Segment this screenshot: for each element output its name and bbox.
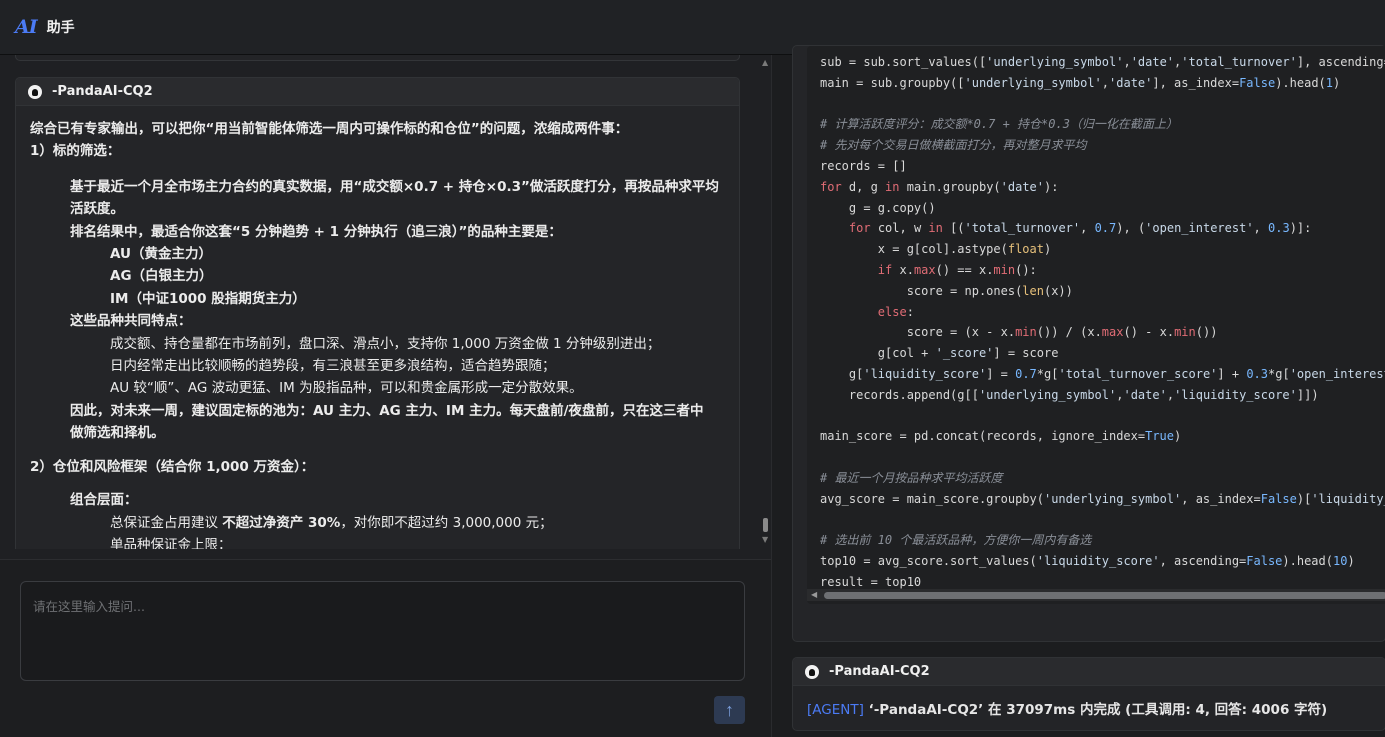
input-zone: ↑ xyxy=(0,559,771,737)
chat-history[interactable]: -PandaAI-CQ2 综合已有专家输出，可以把你“用当前智能体筛选一周内可操… xyxy=(0,55,771,549)
message-line: 成交额、持仓量都在市场前列，盘口深、滑点小，支持你 1,000 万资金做 1 分… xyxy=(110,335,661,352)
send-button[interactable]: ↑ xyxy=(714,696,745,724)
result-panel: sub = sub.sort_values(['underlying_symbo… xyxy=(771,45,1385,737)
message-text: 因此，对未来一周， xyxy=(70,402,192,419)
message-body: 综合已有专家输出，可以把你“用当前智能体筛选一周内可操作标的和仓位”的问题，浓缩… xyxy=(16,106,739,549)
agent-name: -PandaAI-CQ2 xyxy=(52,84,153,99)
message-line: 排名结果中，最适合你这套“5 分钟趋势 + 1 分钟执行（追三浪）”的品种主要是… xyxy=(70,223,562,240)
message-line: 2）仓位和风险框架（结合你 1,000 万资金）： xyxy=(30,458,315,475)
message-line: 做筛选和择机。 xyxy=(70,425,165,442)
code-line: # 计算活跃度评分：成交额*0.7 + 持仓*0.3（归一化在截面上） xyxy=(820,117,1178,132)
code-line: g['liquidity_score'] = 0.7*g['total_turn… xyxy=(820,366,1385,381)
agent-message-card: -PandaAI-CQ2 综合已有专家输出，可以把你“用当前智能体筛选一周内可操… xyxy=(15,77,740,549)
app-title: 助手 xyxy=(46,20,75,36)
horizontal-scrollbar[interactable]: ◀ xyxy=(807,589,1385,601)
message-line: AU（黄金主力） xyxy=(110,246,212,263)
code-line: if x.max() == x.min(): xyxy=(877,262,1037,277)
code-card: sub = sub.sort_values(['underlying_symbo… xyxy=(792,45,1385,642)
code-line: score = (x - x.min()) / (x.max() - x.min… xyxy=(820,325,1218,340)
scroll-down-icon[interactable]: ▼ xyxy=(762,535,768,544)
message-header: -PandaAI-CQ2 xyxy=(16,78,739,106)
message-text: 每天盘前/夜盘前，只在这三者中 xyxy=(509,402,704,419)
message-line: AU 较“顺”、AG 波动更猛、IM 为股指品种，可以和贵金属形成一定分散效果。 xyxy=(110,380,583,397)
code-line: # 最近一个月按品种求平均活跃度 xyxy=(820,470,1003,485)
message-line: 综合已有专家输出，可以把你“用当前智能体筛选一周内可操作标的和仓位”的问题，浓缩… xyxy=(30,121,629,137)
code-line: for d, g in main.groupby('date'): xyxy=(820,179,1059,194)
code-line: ​ xyxy=(820,510,1385,531)
message-line: 活跃度。 xyxy=(70,201,124,218)
code-block[interactable]: sub = sub.sort_values(['underlying_symbo… xyxy=(807,46,1385,604)
message-highlight: 建议固定标的池为：AU 主力、AG 主力、IM 主力。 xyxy=(191,402,510,419)
message-line: AG（白银主力） xyxy=(110,268,213,285)
code-line: ​ xyxy=(820,94,1385,115)
code-line: # 先对每个交易日做横截面打分，再对整月求平均 xyxy=(820,138,1087,153)
scroll-left-icon[interactable]: ◀ xyxy=(811,589,817,601)
message-line: 单品种保证金上限： xyxy=(110,536,232,549)
message-line: 基于最近一个月全市场主力合约的真实数据，用“成交额×0.7 + 持仓×0.3”做… xyxy=(70,178,719,195)
message-line: 这些品种共同特点： xyxy=(70,313,192,330)
question-input[interactable] xyxy=(20,581,745,681)
status-card: -PandaAI-CQ2 [AGENT] ‘-PandaAI-CQ2’ 在 37… xyxy=(792,657,1385,731)
scroll-thumb[interactable] xyxy=(763,518,768,532)
previous-message-card xyxy=(15,55,740,61)
code-line: for col, w in [('total_turnover', 0.7), … xyxy=(848,221,1312,236)
code-line: ​ xyxy=(820,447,1385,468)
code-line: top10 = avg_score.sort_values('liquidity… xyxy=(820,554,1355,569)
message-line: 日内经常走出比较顺畅的趋势段，有三浪甚至更多浪结构，适合趋势跟随； xyxy=(110,358,556,375)
message-text: ，对你即不超过约 3,000,000 元； xyxy=(340,514,553,531)
message-line: IM（中证1000 股指期货主力） xyxy=(110,290,306,307)
scroll-up-icon[interactable]: ▲ xyxy=(762,58,768,67)
code-line: # 选出前 10 个最活跃品种，方便你一周内有备选 xyxy=(820,533,1092,548)
message-highlight: 不超过净资产 30% xyxy=(222,514,341,531)
code-line: records = [] xyxy=(820,158,907,173)
panda-avatar-icon xyxy=(805,664,819,679)
code-line: g = g.copy() xyxy=(820,200,936,215)
code-content: sub = sub.sort_values(['underlying_symbo… xyxy=(807,46,1385,593)
code-line: records.append(g[['underlying_symbol','d… xyxy=(820,387,1319,402)
message-line: 组合层面： xyxy=(70,492,138,509)
code-line: x = g[col].astype(float) xyxy=(820,242,1052,257)
agent-tag: [AGENT] xyxy=(807,702,864,718)
code-line: score = np.ones(len(x)) xyxy=(820,283,1073,298)
panda-avatar-icon xyxy=(28,84,42,99)
chat-scrollbar[interactable]: ▲ ▼ xyxy=(760,55,771,549)
status-message: ‘-PandaAI-CQ2’ 在 37097ms 内完成 (工具调用: 4, 回… xyxy=(868,702,1328,718)
agent-name: -PandaAI-CQ2 xyxy=(829,664,930,679)
code-line: else: xyxy=(877,304,914,319)
code-line: g[col + '_score'] = score xyxy=(820,346,1059,361)
status-header: -PandaAI-CQ2 xyxy=(793,658,1385,686)
code-line: main = sub.groupby(['underlying_symbol',… xyxy=(820,75,1341,90)
completion-status: [AGENT] ‘-PandaAI-CQ2’ 在 37097ms 内完成 (工具… xyxy=(793,686,1385,730)
arrow-up-icon: ↑ xyxy=(725,699,734,720)
ai-logo: AI xyxy=(15,16,38,38)
message-text: 总保证金占用建议 xyxy=(110,514,223,531)
code-line: main_score = pd.concat(records, ignore_i… xyxy=(820,429,1182,444)
chat-panel: -PandaAI-CQ2 综合已有专家输出，可以把你“用当前智能体筛选一周内可操… xyxy=(0,55,771,737)
horizontal-scroll-thumb[interactable] xyxy=(824,592,1385,599)
code-line: sub = sub.sort_values(['underlying_symbo… xyxy=(820,55,1385,69)
code-line: avg_score = main_score.groupby('underlyi… xyxy=(820,491,1385,506)
code-line: ​ xyxy=(820,406,1385,427)
message-line: 1）标的筛选： xyxy=(30,143,121,160)
